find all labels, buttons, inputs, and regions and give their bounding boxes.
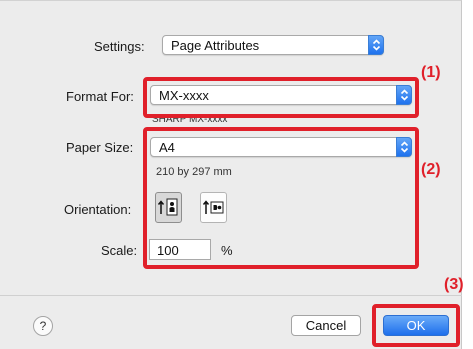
format-for-label: Format For: [66,89,134,104]
cancel-button[interactable]: Cancel [291,315,361,336]
callout-label-2: (2) [421,161,441,178]
chevron-updown-icon [368,35,384,55]
callout-box-2 [143,127,419,269]
callout-label-1: (1) [421,64,441,81]
paper-size-label: Paper Size: [66,140,134,155]
orientation-label: Orientation: [64,202,132,217]
footer-separator [0,295,462,296]
settings-label: Settings: [94,39,145,54]
scale-label: Scale: [101,243,138,258]
page-setup-dialog: Settings: Page Attributes Format For: MX… [0,0,462,349]
help-button[interactable]: ? [33,316,53,336]
callout-label-3: (3) [444,276,464,293]
settings-popup[interactable]: Page Attributes [162,35,384,55]
callout-box-1 [143,77,419,118]
callout-box-3 [372,304,460,347]
settings-value: Page Attributes [171,38,260,53]
